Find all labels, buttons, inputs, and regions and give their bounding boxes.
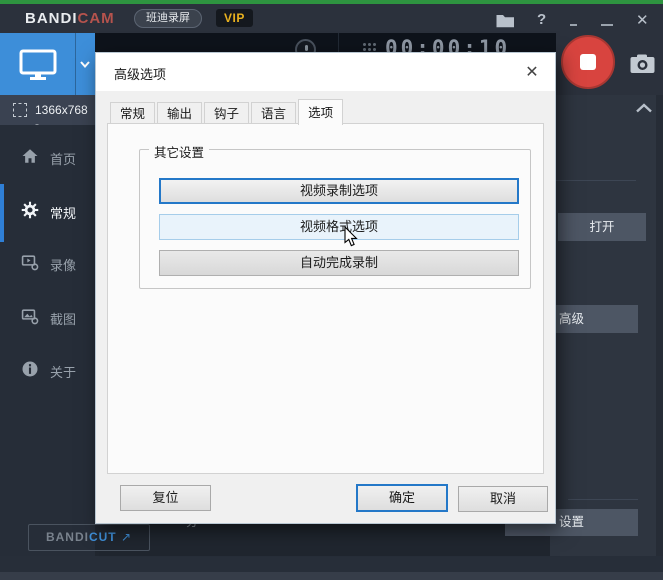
reset-button[interactable]: 复位: [120, 485, 211, 511]
close-button[interactable]: ✕: [636, 11, 649, 29]
sidebar: 首页 常规 录像 截图 关于 BANDICUT ↗: [0, 125, 150, 556]
collapse-chevron-icon[interactable]: [635, 103, 653, 113]
panel-right-edge: [656, 95, 663, 556]
stop-square-icon: [580, 54, 596, 70]
home-icon: [22, 149, 38, 163]
tab-panel-options: 其它设置 视频录制选项 视频格式选项 自动完成录制: [107, 123, 544, 474]
tab-options[interactable]: 选项: [298, 99, 344, 125]
sidebar-item-general[interactable]: 常规: [0, 198, 95, 224]
sidebar-item-home[interactable]: 首页: [0, 144, 95, 170]
camera-icon[interactable]: [630, 54, 655, 74]
panel-divider: [568, 499, 638, 500]
bandicam-window: BANDICAM 班迪录屏 VIP ? ✕ 00:00:10 1366x768 …: [0, 0, 663, 580]
region-select-icon[interactable]: [13, 103, 27, 117]
sidebar-item-about[interactable]: 关于: [0, 357, 95, 383]
tab-language[interactable]: 语言: [251, 102, 297, 124]
titlebar: BANDICAM 班迪录屏 VIP ? ✕: [0, 4, 663, 33]
drag-grid-icon[interactable]: [362, 42, 377, 52]
cancel-button[interactable]: 取消: [458, 486, 548, 512]
capture-region-bar: 1366x768 -: [0, 95, 95, 131]
microphone-icon[interactable]: [295, 39, 316, 52]
help-button[interactable]: ?: [537, 11, 546, 28]
ok-button[interactable]: 确定: [356, 484, 448, 512]
screen-recording-mode-button[interactable]: [0, 33, 95, 95]
app-subtitle-badge: 班迪录屏: [134, 9, 202, 28]
dialog-close-button[interactable]: ✕: [521, 62, 543, 82]
minimize-button[interactable]: [601, 24, 613, 26]
gear-icon: [21, 201, 39, 219]
dialog-tabs: 常规 输出 钩子 语言 选项: [110, 99, 345, 125]
dialog-title: 高级选项: [114, 67, 167, 82]
vip-badge: VIP: [216, 9, 253, 27]
screenshot-icon: [21, 309, 39, 325]
mouse-cursor: [344, 226, 358, 247]
advanced-options-dialog: 高级选项 ✕ 常规 输出 钩子 语言 选项 其它设置 视频录制选项 视频格式选项…: [95, 52, 556, 524]
minimize-tray-button[interactable]: [570, 24, 577, 26]
right-panel: 打开 高级 设置: [505, 95, 663, 556]
dialog-titlebar: 高级选项 ✕: [96, 53, 555, 91]
strip-divider: [338, 33, 339, 52]
info-icon: [22, 361, 38, 377]
other-settings-group: 其它设置 视频录制选项 视频格式选项 自动完成录制: [139, 142, 531, 289]
bottom-strip: [0, 572, 663, 580]
group-title: 其它设置: [149, 142, 210, 161]
chevron-down-icon[interactable]: [80, 61, 90, 68]
sidebar-item-recording[interactable]: 录像: [0, 250, 95, 276]
bandicut-button[interactable]: BANDICUT ↗: [28, 524, 150, 551]
sidebar-item-screenshot[interactable]: 截图: [0, 304, 95, 330]
tab-general[interactable]: 常规: [110, 102, 156, 124]
folder-icon[interactable]: [496, 14, 515, 28]
monitor-icon: [19, 49, 57, 80]
recording-timer: 00:00:10: [385, 36, 511, 52]
tab-output[interactable]: 输出: [157, 102, 203, 124]
mode-button-divider: [75, 33, 76, 95]
external-link-icon: ↗: [120, 530, 133, 544]
panel-divider: [556, 180, 636, 181]
stop-record-button[interactable]: [561, 35, 615, 89]
tab-hooks[interactable]: 钩子: [204, 102, 250, 124]
record-control-area: [556, 33, 663, 95]
auto-complete-recording-button[interactable]: 自动完成录制: [159, 250, 519, 276]
logo-bandi: BANDI: [25, 10, 78, 27]
app-logo: BANDICAM: [25, 10, 115, 27]
recording-controls-strip: 00:00:10: [95, 33, 556, 52]
logo-cam: CAM: [77, 10, 115, 27]
video-record-options-button[interactable]: 视频录制选项: [159, 178, 519, 204]
video-icon: [21, 255, 39, 271]
video-format-options-button[interactable]: 视频格式选项: [159, 214, 519, 240]
open-button[interactable]: 打开: [558, 213, 646, 241]
